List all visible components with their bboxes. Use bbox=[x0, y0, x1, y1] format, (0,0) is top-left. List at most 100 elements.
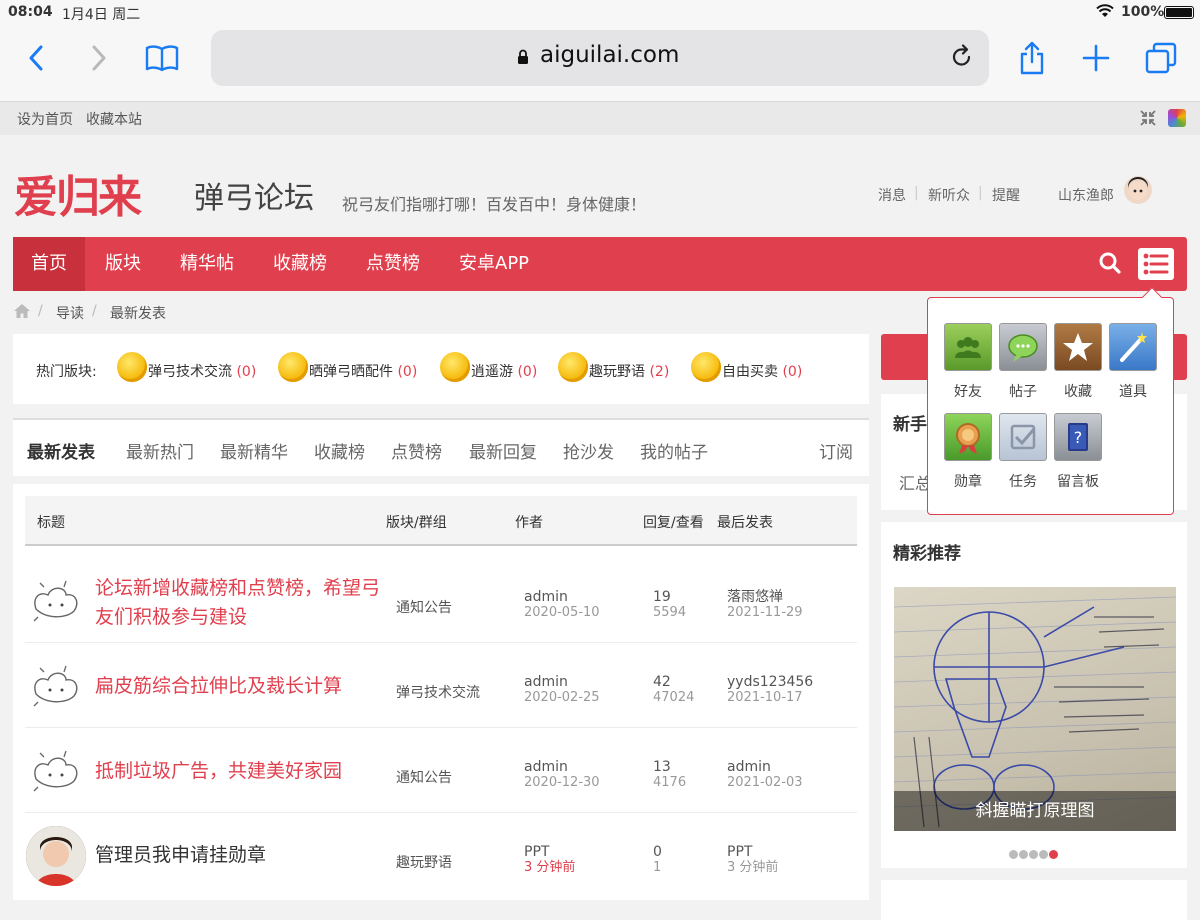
menu-item-label: 好友 bbox=[954, 384, 982, 400]
thread-forum[interactable]: 弹弓技术交流 bbox=[396, 682, 480, 702]
search-icon[interactable] bbox=[1098, 251, 1122, 279]
menu-item-guestbook[interactable]: ? 留言板 bbox=[1052, 413, 1104, 490]
avatar[interactable] bbox=[26, 656, 86, 716]
table-row[interactable]: 扁皮筋综合拉伸比及裁长计算 弹弓技术交流 admin 2020-02-25 42 4… bbox=[25, 644, 857, 728]
forum-bubble-icon bbox=[440, 352, 470, 382]
tab-replies[interactable]: 最新回复 bbox=[469, 438, 537, 463]
table-row[interactable]: 管理员我申请挂勋章 趣玩野语 PPT 3 分钟前 01 PPT 3 分钟前 bbox=[25, 814, 857, 898]
messages-link[interactable]: 消息 bbox=[878, 185, 906, 205]
avatar[interactable] bbox=[26, 571, 86, 631]
hot-forums-bar: 热门版块: 弹弓技术交流 (0) 晒弹弓晒配件 (0) 逍遥游 (0) 趣玩野语… bbox=[13, 334, 869, 404]
thread-title[interactable]: 抵制垃圾广告，共建美好家园 bbox=[95, 757, 385, 786]
url-text: aiguilai.com bbox=[540, 42, 680, 68]
thread-title[interactable]: 论坛新增收藏榜和点赞榜，希望弓友们积极参与建设 bbox=[95, 574, 385, 632]
thread-title[interactable]: 扁皮筋综合拉伸比及裁长计算 bbox=[95, 672, 385, 701]
carousel-dots[interactable] bbox=[1009, 844, 1059, 859]
thread-author[interactable]: admin 2020-05-10 bbox=[524, 589, 600, 621]
nav-forums[interactable]: 版块 bbox=[87, 237, 159, 291]
new-followers-link[interactable]: 新听众 bbox=[928, 185, 970, 205]
hot-forum-name: 逍遥游 bbox=[471, 364, 513, 380]
tab-favorites[interactable]: 收藏榜 bbox=[314, 438, 365, 463]
reload-icon[interactable] bbox=[951, 44, 973, 72]
menu-item-props[interactable]: 道具 bbox=[1107, 323, 1159, 400]
tab-my-threads[interactable]: 我的帖子 bbox=[640, 438, 708, 463]
theme-switch-icon[interactable] bbox=[1168, 109, 1186, 127]
lock-icon bbox=[517, 49, 529, 69]
forum-bubble-icon bbox=[278, 352, 308, 382]
hot-forum-count: (0) bbox=[397, 364, 418, 380]
breadcrumb-separator: / bbox=[38, 303, 43, 319]
thread-last-post[interactable]: admin 2021-02-03 bbox=[727, 759, 803, 791]
tab-digest[interactable]: 最新精华 bbox=[220, 438, 288, 463]
wifi-icon bbox=[1096, 4, 1114, 22]
chat-bubble-icon bbox=[999, 323, 1047, 371]
home-icon[interactable] bbox=[13, 303, 31, 323]
thread-forum[interactable]: 趣玩野语 bbox=[396, 852, 452, 872]
tab-hot[interactable]: 最新热门 bbox=[126, 438, 194, 463]
tab-sofa[interactable]: 抢沙发 bbox=[563, 438, 614, 463]
svg-text:?: ? bbox=[1074, 428, 1083, 447]
hot-forum-count: (0) bbox=[236, 364, 257, 380]
fullscreen-icon[interactable] bbox=[1138, 108, 1158, 132]
hot-forum-name: 趣玩野语 bbox=[589, 364, 645, 380]
thread-forum[interactable]: 通知公告 bbox=[396, 767, 452, 787]
notifications-link[interactable]: 提醒 bbox=[992, 185, 1020, 205]
tab-latest[interactable]: 最新发表 bbox=[27, 438, 95, 463]
tab-likes[interactable]: 点赞榜 bbox=[391, 438, 442, 463]
thread-forum[interactable]: 通知公告 bbox=[396, 597, 452, 617]
back-icon[interactable] bbox=[16, 40, 56, 76]
thread-title[interactable]: 管理员我申请挂勋章 bbox=[95, 841, 385, 870]
menu-item-medals[interactable]: 勋章 bbox=[942, 413, 994, 490]
thread-author[interactable]: admin 2020-12-30 bbox=[524, 759, 600, 791]
menu-item-tasks[interactable]: 任务 bbox=[997, 413, 1049, 490]
set-homepage-link[interactable]: 设为首页 bbox=[17, 109, 73, 129]
table-row[interactable]: 抵制垃圾广告，共建美好家园 通知公告 admin 2020-12-30 13 417… bbox=[25, 729, 857, 813]
thread-last-post[interactable]: yyds123456 2021-10-17 bbox=[727, 674, 813, 706]
thread-author[interactable]: admin 2020-02-25 bbox=[524, 674, 600, 706]
avatar[interactable] bbox=[26, 741, 86, 801]
nav-digest[interactable]: 精华帖 bbox=[162, 237, 252, 291]
thread-date: 2020-12-30 bbox=[524, 775, 600, 790]
thread-author[interactable]: PPT 3 分钟前 bbox=[524, 844, 575, 876]
username-link[interactable]: 山东渔郎 bbox=[1058, 185, 1114, 205]
status-bar: 08:04 1月4日 周二 100% bbox=[0, 0, 1200, 24]
forum-bubble-icon bbox=[558, 352, 588, 382]
featured-box: 精彩推荐 斜握瞄打原理图 bbox=[881, 522, 1187, 868]
forward-icon[interactable] bbox=[79, 40, 119, 76]
url-bar[interactable]: aiguilai.com bbox=[211, 30, 989, 86]
hot-forum-name: 自由买卖 bbox=[722, 364, 778, 380]
browser-toolbar: aiguilai.com bbox=[0, 24, 1200, 102]
forum-bubble-icon bbox=[691, 352, 721, 382]
breadcrumb-latest: 最新发表 bbox=[110, 306, 166, 322]
featured-image[interactable]: 斜握瞄打原理图 bbox=[894, 587, 1176, 831]
tabs-icon[interactable] bbox=[1141, 40, 1181, 76]
star-icon bbox=[1054, 323, 1102, 371]
status-date: 1月4日 周二 bbox=[62, 7, 141, 23]
bookmarks-icon[interactable] bbox=[142, 40, 182, 76]
user-menu-popup: 好友 帖子 收藏 道具 勋章 任务 ? 留言板 bbox=[927, 287, 1174, 515]
site-header: 爱归来 弹弓论坛 祝弓友们指哪打哪！百发百中！身体健康！ 消息 | 新听众 | … bbox=[0, 135, 1200, 235]
menu-item-favorites[interactable]: 收藏 bbox=[1052, 323, 1104, 400]
user-avatar[interactable] bbox=[1124, 176, 1152, 204]
subscribe-link[interactable]: 订阅 bbox=[819, 438, 853, 463]
menu-list-icon[interactable] bbox=[1138, 248, 1174, 280]
nav-home[interactable]: 首页 bbox=[13, 237, 85, 291]
avatar[interactable] bbox=[26, 826, 86, 886]
forum-bubble-icon bbox=[117, 352, 147, 382]
nav-android-app[interactable]: 安卓APP bbox=[441, 237, 547, 291]
bookmark-site-link[interactable]: 收藏本站 bbox=[86, 109, 142, 129]
breadcrumb-guide[interactable]: 导读 bbox=[56, 303, 84, 323]
nav-likes[interactable]: 点赞榜 bbox=[348, 237, 438, 291]
site-logo[interactable]: 爱归来 弹弓论坛 bbox=[14, 161, 324, 223]
sidebar-box-bottom bbox=[881, 880, 1187, 920]
thread-last-post[interactable]: PPT 3 分钟前 bbox=[727, 844, 778, 876]
status-time: 08:04 bbox=[8, 4, 53, 20]
menu-item-label: 收藏 bbox=[1064, 384, 1092, 400]
menu-item-friends[interactable]: 好友 bbox=[942, 323, 994, 400]
new-tab-icon[interactable] bbox=[1076, 40, 1116, 76]
menu-item-posts[interactable]: 帖子 bbox=[997, 323, 1049, 400]
share-icon[interactable] bbox=[1012, 40, 1052, 76]
thread-last-post[interactable]: 落雨悠禅 2021-11-29 bbox=[727, 589, 803, 621]
table-row[interactable]: 论坛新增收藏榜和点赞榜，希望弓友们积极参与建设 通知公告 admin 2020-0… bbox=[25, 559, 857, 643]
nav-favorites[interactable]: 收藏榜 bbox=[255, 237, 345, 291]
